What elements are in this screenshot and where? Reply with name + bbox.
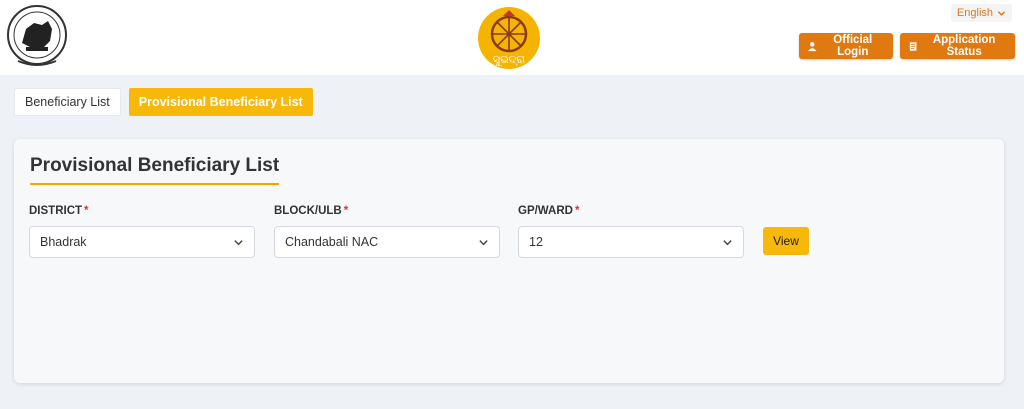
page-title: Provisional Beneficiary List [30,155,280,185]
application-status-button[interactable]: Application Status [900,33,1015,59]
block-label: BLOCK/ULB * [274,205,349,217]
chevron-down-icon [997,10,1006,16]
top-header: ସୁଭଦ୍ରା English Official Login Applicati… [0,0,1024,75]
odisha-emblem-icon [7,5,67,66]
official-login-button[interactable]: Official Login [799,33,893,59]
language-label: English [956,7,993,19]
gp-ward-label: GP/WARD * [518,205,580,217]
district-label: DISTRICT * [29,205,89,217]
district-value: Bhadrak [40,235,87,249]
gp-ward-value: 12 [529,235,543,249]
block-select[interactable]: Chandabali NAC [274,226,500,258]
district-field: DISTRICT * Bhadrak [29,205,255,258]
user-icon [808,41,817,51]
gp-ward-field: GP/WARD * 12 [518,205,744,258]
tab-bar: Beneficiary List Provisional Beneficiary… [14,88,313,116]
chevron-down-icon [723,239,732,245]
application-status-label: Application Status [932,34,996,58]
block-value: Chandabali NAC [285,235,379,249]
svg-text:ସୁଭଦ୍ରା: ସୁଭଦ୍ରା [493,53,525,67]
tab-provisional-beneficiary-list[interactable]: Provisional Beneficiary List [128,88,313,116]
gp-ward-select[interactable]: 12 [518,226,744,258]
document-icon [909,41,917,51]
chevron-down-icon [479,239,488,245]
block-field: BLOCK/ULB * Chandabali NAC [274,205,500,258]
filter-card: Provisional Beneficiary List DISTRICT * B… [14,139,1004,383]
official-login-label: Official Login [833,34,873,58]
view-button[interactable]: View [763,227,809,255]
district-select[interactable]: Bhadrak [29,226,255,258]
subhadra-logo-icon: ସୁଭଦ୍ରା [478,7,540,69]
tab-beneficiary-list[interactable]: Beneficiary List [14,88,121,116]
language-select[interactable]: English [950,4,1012,22]
chevron-down-icon [234,239,243,245]
